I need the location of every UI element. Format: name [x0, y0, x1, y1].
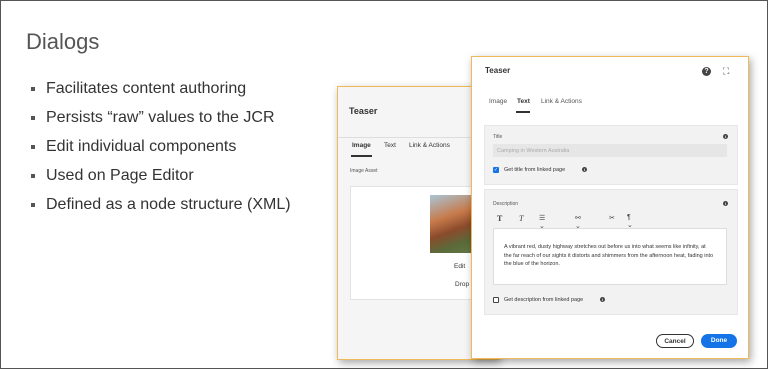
slide-title: Dialogs: [26, 29, 100, 54]
description-checkbox-label: Get description from linked page: [504, 297, 584, 303]
title-panel: Title i ✓ Get title from linked page i: [484, 125, 738, 185]
bullet-item: Facilitates content authoring: [31, 79, 291, 108]
tab-link-actions[interactable]: Link & Actions: [541, 98, 582, 105]
tab-text[interactable]: Text: [384, 142, 396, 149]
bullet-item: Persists “raw” values to the JCR: [31, 108, 291, 137]
description-panel: Description i T T ☰ ⌄ ⚯ ⌄ ✂ ¶ ⌄ A vibran…: [484, 189, 738, 315]
description-editor[interactable]: A vibrant red, dusty highway stretches o…: [493, 228, 727, 285]
title-checkbox-label: Get title from linked page: [504, 167, 566, 173]
description-label: Description: [493, 201, 519, 207]
bullet-list: Facilitates content authoring Persists “…: [31, 79, 291, 224]
description-checkbox[interactable]: [493, 297, 499, 303]
italic-icon[interactable]: T: [519, 214, 523, 223]
image-asset-label: Image Asset: [350, 168, 378, 174]
info-icon: i: [600, 297, 605, 302]
active-tab-indicator: [351, 155, 372, 157]
paragraph-icon[interactable]: ¶ ⌄: [627, 214, 633, 229]
bullet-item: Used on Page Editor: [31, 166, 291, 195]
bullet-item: Defined as a node structure (XML): [31, 195, 291, 224]
done-button[interactable]: Done: [701, 334, 737, 348]
info-icon: i: [723, 201, 728, 206]
cancel-button[interactable]: Cancel: [656, 334, 694, 348]
dialog-header: Teaser ? ⛶: [472, 57, 748, 87]
title-label: Title: [493, 134, 503, 140]
dialog-title: Teaser: [485, 66, 511, 75]
info-icon: i: [723, 134, 728, 139]
dialog-body: Title i ✓ Get title from linked page i D…: [484, 125, 738, 315]
front-teaser-dialog: Teaser ? ⛶ Image Text Link & Actions Tit…: [471, 56, 749, 359]
tab-image[interactable]: Image: [352, 142, 371, 149]
dialog-title: Teaser: [349, 106, 378, 116]
info-icon: i: [582, 167, 587, 172]
help-icon[interactable]: ?: [702, 67, 711, 76]
title-input[interactable]: [493, 144, 727, 157]
tab-link-actions[interactable]: Link & Actions: [409, 142, 450, 149]
active-tab-indicator: [516, 111, 530, 113]
tab-image[interactable]: Image: [489, 98, 507, 105]
description-text[interactable]: A vibrant red, dusty highway stretches o…: [504, 243, 714, 269]
unlink-icon[interactable]: ✂: [609, 214, 615, 222]
fullscreen-icon[interactable]: ⛶: [723, 67, 732, 76]
tab-text[interactable]: Text: [517, 98, 530, 105]
title-checkbox[interactable]: ✓: [493, 167, 499, 173]
edit-label[interactable]: Edit: [454, 263, 465, 270]
bold-icon[interactable]: T: [497, 214, 502, 223]
dialog-tabs: Image Text Link & Actions: [472, 93, 748, 113]
bullet-item: Edit individual components: [31, 137, 291, 166]
